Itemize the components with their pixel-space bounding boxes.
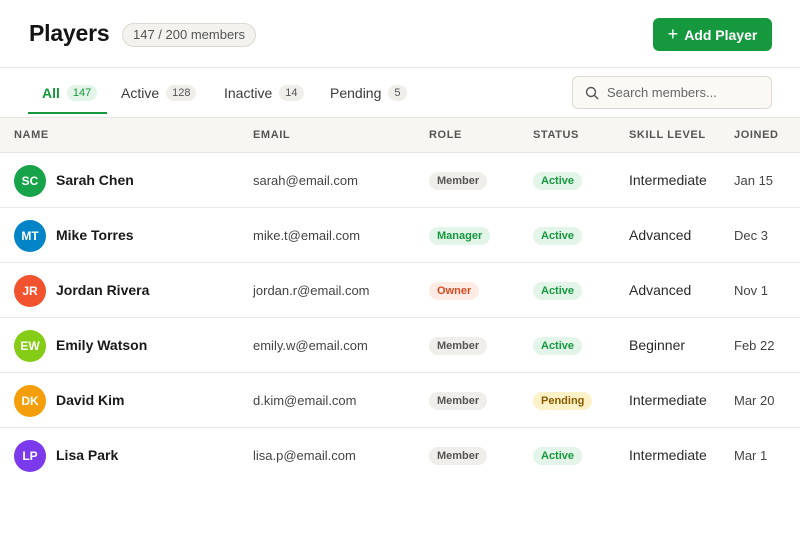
player-email: emily.w@email.com — [253, 338, 368, 353]
tab-count-badge: 14 — [279, 84, 304, 101]
joined-date: Mar 1 — [734, 448, 768, 463]
active-tab-indicator — [28, 112, 107, 114]
avatar: DK — [14, 385, 46, 417]
tab-pending[interactable]: Pending 5 — [330, 68, 407, 117]
role-badge: Member — [429, 172, 488, 190]
skill-level: Advanced — [629, 282, 692, 298]
table-row[interactable]: MT Mike Torres mike.t@email.com Manager … — [0, 208, 800, 263]
tab-all[interactable]: All 147 — [42, 68, 98, 117]
player-email: sarah@email.com — [253, 173, 358, 188]
table-header: NAME EMAIL ROLE STATUS SKILL LEVEL JOINE… — [0, 118, 800, 153]
role-badge: Member — [429, 337, 488, 355]
avatar: SC — [14, 165, 46, 197]
role-badge: Member — [429, 392, 488, 410]
page-header: Players 147 / 200 members + Add Player — [0, 0, 800, 68]
status-badge: Active — [533, 337, 583, 355]
avatar: JR — [14, 275, 46, 307]
column-header-email[interactable]: EMAIL — [253, 118, 290, 153]
search-icon — [585, 86, 599, 100]
add-player-button[interactable]: + Add Player — [653, 18, 772, 51]
column-header-status[interactable]: STATUS — [533, 118, 579, 153]
player-name[interactable]: David Kim — [56, 373, 124, 428]
skill-level: Intermediate — [629, 447, 707, 463]
status-badge: Active — [533, 282, 583, 300]
tab-count-badge: 128 — [166, 84, 197, 101]
page-title: Players — [29, 20, 110, 46]
skill-level: Advanced — [629, 227, 692, 243]
tab-label: All — [42, 84, 60, 101]
player-name[interactable]: Jordan Rivera — [56, 263, 149, 318]
tab-label: Inactive — [224, 84, 273, 101]
status-badge: Active — [533, 172, 583, 190]
joined-date: Dec 3 — [734, 228, 768, 243]
tab-count-badge: 5 — [388, 84, 407, 101]
skill-level: Intermediate — [629, 392, 707, 408]
player-email: lisa.p@email.com — [253, 448, 356, 463]
player-email: d.kim@email.com — [253, 393, 357, 408]
table-row[interactable]: SC Sarah Chen sarah@email.com Member Act… — [0, 153, 800, 208]
player-name[interactable]: Mike Torres — [56, 208, 134, 263]
joined-date: Mar 20 — [734, 393, 775, 408]
player-email: mike.t@email.com — [253, 228, 361, 243]
tab-count-badge: 147 — [66, 84, 98, 101]
avatar: LP — [14, 440, 46, 472]
player-email: jordan.r@email.com — [253, 283, 370, 298]
column-header-skill-level[interactable]: SKILL LEVEL — [629, 118, 706, 153]
status-badge: Pending — [533, 392, 593, 410]
skill-level: Beginner — [629, 337, 686, 353]
avatar: EW — [14, 330, 46, 362]
joined-date: Jan 15 — [734, 173, 774, 188]
tab-active[interactable]: Active 128 — [121, 68, 197, 117]
player-name[interactable]: Sarah Chen — [56, 153, 134, 208]
player-name[interactable]: Emily Watson — [56, 318, 147, 373]
table-row[interactable]: LP Lisa Park lisa.p@email.com Member Act… — [0, 428, 800, 483]
table-row[interactable]: JR Jordan Rivera jordan.r@email.com Owne… — [0, 263, 800, 318]
table-row[interactable]: DK David Kim d.kim@email.com Member Pend… — [0, 373, 800, 428]
search-box[interactable] — [572, 76, 772, 109]
column-header-role[interactable]: ROLE — [429, 118, 462, 153]
plus-icon: + — [667, 23, 679, 44]
status-badge: Active — [533, 227, 583, 245]
player-name[interactable]: Lisa Park — [56, 428, 118, 483]
skill-level: Intermediate — [629, 172, 707, 188]
column-header-name[interactable]: NAME — [14, 118, 49, 153]
joined-date: Nov 1 — [734, 283, 768, 298]
add-player-label: Add Player — [684, 26, 758, 43]
joined-date: Feb 22 — [734, 338, 775, 353]
table-row[interactable]: EW Emily Watson emily.w@email.com Member… — [0, 318, 800, 373]
avatar: MT — [14, 220, 46, 252]
column-header-joined[interactable]: JOINED — [734, 118, 779, 153]
tab-label: Pending — [330, 84, 382, 101]
status-badge: Active — [533, 447, 583, 465]
role-badge: Member — [429, 447, 488, 465]
tab-label: Active — [121, 84, 160, 101]
member-count-badge: 147 / 200 members — [122, 23, 257, 47]
role-badge: Owner — [429, 282, 480, 300]
tab-inactive[interactable]: Inactive 14 — [224, 68, 304, 117]
role-badge: Manager — [429, 227, 491, 245]
search-input[interactable] — [607, 85, 757, 100]
